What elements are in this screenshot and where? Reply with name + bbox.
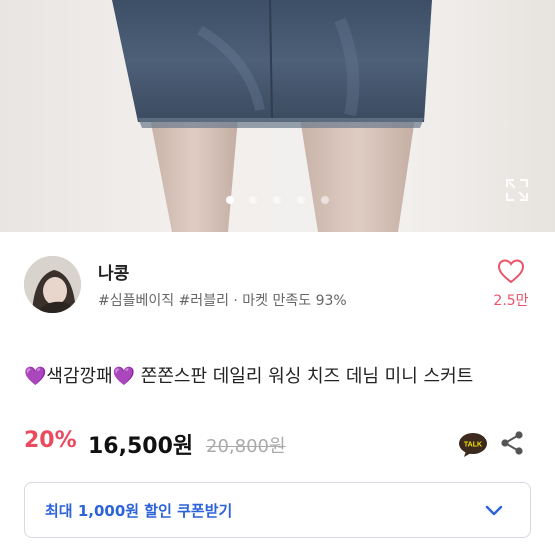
share-icon[interactable] [500,430,524,456]
pagination-dot[interactable] [297,196,305,204]
product-title: 💜색감깡패💜 쫀쫀스판 데일리 워싱 치즈 데님 미니 스커트 [24,366,474,387]
pagination-dot[interactable] [321,196,329,204]
original-price: 20,800원 [206,436,286,457]
coupon-label: 최대 1,000원 할인 쿠폰받기 [45,502,233,520]
like-count: 2.5만 [493,293,529,309]
sale-price: 16,500원 [88,434,194,459]
coupon-button[interactable]: 최대 1,000원 할인 쿠폰받기 [24,482,531,538]
seller-avatar[interactable] [24,256,81,313]
talk-badge-text: TALK [464,442,482,449]
seller-section: 나콩 #심플베이직 #러블리 · 마켓 만족도 93% 2.5만 [0,232,555,342]
kakaotalk-icon[interactable]: TALK [458,432,488,458]
pagination-dot-active[interactable] [226,196,234,204]
seller-tags: #심플베이직 #러블리 · 마켓 만족도 93% [98,293,347,309]
heart-icon[interactable] [497,258,525,284]
pagination-dot[interactable] [249,196,257,204]
expand-icon[interactable] [504,177,530,203]
chevron-down-icon [485,505,503,516]
seller-name[interactable]: 나콩 [98,259,129,284]
pagination-dot[interactable] [273,196,281,204]
image-pagination [0,194,555,206]
avatar-image [24,256,81,313]
product-image[interactable] [0,0,555,232]
discount-rate: 20% [24,428,77,453]
